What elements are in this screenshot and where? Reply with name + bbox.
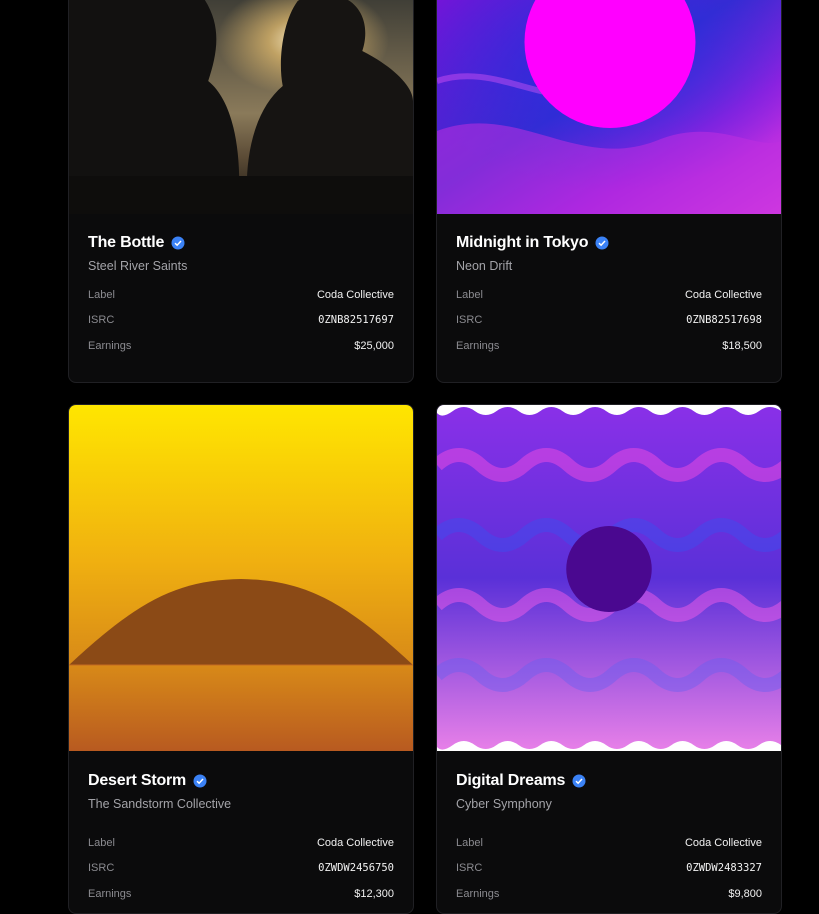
artist-name[interactable]: Neon Drift: [456, 259, 512, 273]
label-key: Label: [88, 837, 115, 849]
isrc-key: ISRC: [456, 314, 483, 326]
label-value: Coda Collective: [316, 289, 394, 301]
verified-check-icon: [171, 236, 185, 250]
label-key: Label: [88, 289, 115, 301]
label-value: Coda Collective: [684, 289, 762, 301]
album-artwork: [69, 0, 413, 214]
earnings-row: Earnings $9,800: [456, 886, 762, 902]
earnings-key: Earnings: [456, 888, 500, 900]
album-artwork: [437, 405, 781, 751]
isrc-row: ISRC 0ZWDW2456750: [88, 860, 394, 876]
verified-check-icon: [595, 236, 609, 250]
track-title[interactable]: Digital Dreams: [456, 772, 565, 790]
label-row: Label Coda Collective: [88, 835, 394, 851]
label-row: Label Coda Collective: [88, 287, 394, 303]
earnings-row: Earnings $25,000: [88, 338, 394, 354]
isrc-row: ISRC 0ZWDW2483327: [456, 860, 762, 876]
track-card[interactable]: Digital Dreams Cyber Symphony Label Coda…: [436, 404, 782, 914]
label-value: Coda Collective: [316, 837, 394, 849]
artist-name[interactable]: The Sandstorm Collective: [88, 797, 231, 811]
album-artwork: [69, 405, 413, 751]
artist-name[interactable]: Cyber Symphony: [456, 797, 552, 811]
track-card[interactable]: Desert Storm The Sandstorm Collective La…: [68, 404, 414, 914]
isrc-key: ISRC: [456, 862, 483, 874]
isrc-row: ISRC 0ZNB82517697: [88, 312, 394, 328]
label-row: Label Coda Collective: [456, 287, 762, 303]
track-title[interactable]: Midnight in Tokyo: [456, 234, 588, 252]
earnings-key: Earnings: [88, 888, 132, 900]
isrc-key: ISRC: [88, 862, 115, 874]
track-title[interactable]: Desert Storm: [88, 772, 186, 790]
artist-name[interactable]: Steel River Saints: [88, 259, 187, 273]
earnings-value: $18,500: [722, 340, 762, 352]
earnings-value: $12,300: [354, 888, 394, 900]
label-row: Label Coda Collective: [456, 835, 762, 851]
isrc-key: ISRC: [88, 314, 115, 326]
verified-check-icon: [193, 774, 207, 788]
verified-check-icon: [572, 774, 586, 788]
isrc-value: 0ZWDW2483327: [686, 862, 762, 874]
earnings-row: Earnings $18,500: [456, 338, 762, 354]
album-artwork: [437, 0, 781, 214]
earnings-key: Earnings: [88, 340, 132, 352]
isrc-value: 0ZNB82517697: [318, 314, 394, 326]
label-key: Label: [456, 289, 483, 301]
label-value: Coda Collective: [684, 837, 762, 849]
earnings-value: $25,000: [354, 340, 394, 352]
isrc-row: ISRC 0ZNB82517698: [456, 312, 762, 328]
track-card[interactable]: Midnight in Tokyo Neon Drift Label Coda …: [436, 0, 782, 383]
earnings-row: Earnings $12,300: [88, 886, 394, 902]
earnings-key: Earnings: [456, 340, 500, 352]
label-key: Label: [456, 837, 483, 849]
track-title[interactable]: The Bottle: [88, 234, 164, 252]
earnings-value: $9,800: [728, 888, 762, 900]
isrc-value: 0ZWDW2456750: [318, 862, 394, 874]
isrc-value: 0ZNB82517698: [686, 314, 762, 326]
track-card[interactable]: The Bottle Steel River Saints Label Coda…: [68, 0, 414, 383]
